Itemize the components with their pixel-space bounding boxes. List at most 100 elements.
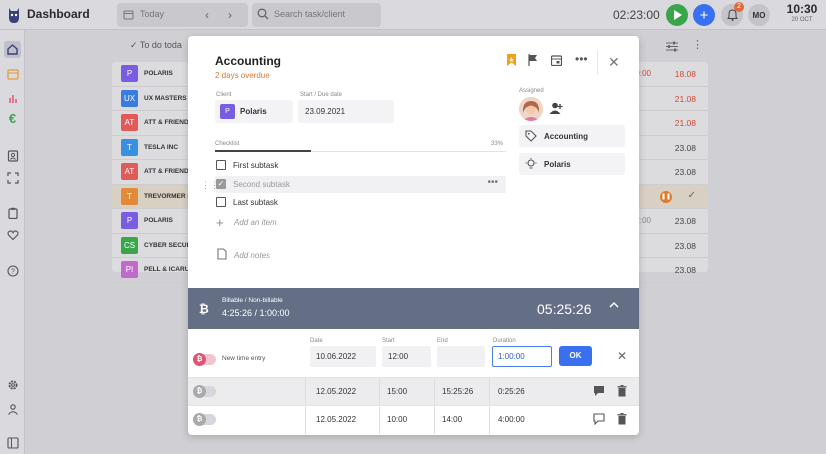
client-label: Client [216, 92, 232, 98]
close-icon[interactable]: ✕ [608, 55, 620, 69]
billable-toggle[interactable]: ₿ [193, 385, 216, 398]
more-vertical-icon[interactable]: ⋮ [692, 40, 703, 51]
filter-sliders-icon[interactable] [666, 41, 678, 52]
flag-icon[interactable] [528, 54, 538, 66]
checklist-item[interactable]: ✓ Second subtask ••• [215, 176, 506, 193]
help-icon[interactable]: ? [4, 262, 21, 279]
home-icon[interactable] [4, 41, 21, 58]
chevron-up-icon[interactable] [609, 301, 619, 309]
app-logo-icon[interactable] [6, 6, 22, 24]
client-avatar: UX [121, 89, 138, 107]
checklist-item[interactable]: Last subtask [215, 194, 506, 211]
assignee-avatar[interactable] [519, 97, 543, 121]
comment-icon[interactable] [593, 385, 605, 397]
trash-icon[interactable] [617, 385, 627, 397]
comment-outline-icon[interactable] [593, 413, 605, 425]
date-field[interactable]: 10.06.2022 [310, 346, 376, 367]
client-avatar: AT [121, 163, 138, 180]
task-title[interactable]: Accounting [215, 54, 281, 68]
contacts-icon[interactable] [4, 147, 21, 164]
entry-end[interactable]: 14:00 [442, 415, 462, 424]
entry-start[interactable]: 15:00 [387, 387, 407, 396]
collapse-sidebar-icon[interactable] [4, 434, 21, 451]
billable-toggle[interactable]: ₿ [193, 413, 216, 426]
pause-icon[interactable]: ❚❚ [660, 190, 672, 203]
more-horizontal-icon[interactable]: ••• [575, 52, 588, 66]
checkbox[interactable] [216, 197, 226, 207]
add-item-text: Add an item [234, 218, 277, 227]
calendar-icon[interactable] [551, 54, 562, 66]
entry-duration[interactable]: 4:00:00 [498, 415, 525, 424]
column-divider [489, 378, 490, 406]
user-avatar[interactable]: MO [748, 4, 770, 26]
bitcoin-icon: ₿ [193, 353, 206, 366]
end-field[interactable] [437, 346, 485, 367]
checkbox-checked[interactable]: ✓ [216, 179, 226, 189]
client-avatar: AT [121, 114, 138, 131]
time-entry-row[interactable]: ₿ 12.05.2022 10:00 14:00 4:00:00 [188, 405, 639, 434]
client-name: ATT & FRIENDS [144, 119, 189, 126]
client-avatar: P [121, 212, 138, 229]
tag-icon [525, 130, 537, 142]
client-selector[interactable]: P Polaris [215, 100, 293, 123]
clipboard-icon[interactable] [4, 204, 21, 221]
sidebar: € ? [0, 30, 25, 454]
entry-duration[interactable]: 0:25:26 [498, 387, 525, 396]
clock-date: 20 OCT [791, 17, 813, 23]
add-button[interactable]: + [693, 4, 715, 26]
task-date: 18.08 [674, 69, 696, 79]
entry-start[interactable]: 10:00 [387, 415, 407, 424]
trash-icon[interactable] [617, 413, 627, 425]
play-button[interactable] [666, 4, 688, 26]
entry-date[interactable]: 12.05.2022 [316, 415, 356, 424]
ok-button[interactable]: OK [559, 346, 592, 366]
tag-polaris[interactable]: Polaris [519, 153, 625, 175]
time-entry-row[interactable]: ₿ 12.05.2022 15:00 15:25:26 0:25:26 [188, 377, 639, 406]
checkbox[interactable] [216, 160, 226, 170]
date-navigator[interactable]: Today ‹ › [117, 3, 248, 27]
client-avatar: CS [121, 236, 138, 254]
assigned-label: Assigned [519, 88, 544, 94]
search-input[interactable]: Search task/client [252, 3, 381, 27]
scan-icon[interactable] [4, 169, 21, 186]
chevron-left-icon[interactable]: ‹ [205, 8, 209, 22]
client-name: Polaris [240, 107, 267, 116]
notification-count-badge: 2 [734, 2, 744, 12]
checklist-progress-bar [215, 150, 312, 152]
profile-icon[interactable] [4, 400, 21, 417]
heart-pulse-icon[interactable] [4, 226, 21, 243]
time-summary-bar: ₿ Billable / Non-billable 4:25:26 / 1:00… [188, 288, 639, 329]
column-divider [434, 406, 435, 434]
tag-accounting[interactable]: Accounting [519, 125, 625, 147]
add-assignee-icon[interactable] [549, 102, 564, 114]
search-placeholder: Search task/client [274, 9, 346, 19]
check-icon[interactable]: ✓ [688, 190, 696, 201]
clock-time: 10:30 [786, 2, 818, 16]
chart-icon[interactable] [4, 89, 21, 106]
overdue-status: 2 days overdue [215, 71, 270, 80]
calendar-icon[interactable] [4, 65, 21, 82]
settings-icon[interactable] [4, 376, 21, 393]
header-divider [597, 51, 598, 74]
chevron-right-icon[interactable]: › [228, 8, 232, 22]
due-date-field[interactable]: 23.09.2021 [298, 100, 394, 123]
billable-toggle[interactable]: ₿ [193, 353, 216, 366]
start-field[interactable]: 12:00 [382, 346, 431, 367]
client-name: TESLA INC [144, 143, 179, 151]
bookmark-icon[interactable] [506, 54, 517, 66]
task-date: 23.08 [674, 142, 696, 153]
billable-values: 4:25:26 / 1:00:00 [222, 308, 290, 318]
entry-end[interactable]: 15:25:26 [442, 387, 473, 396]
euro-icon[interactable]: € [4, 110, 21, 127]
checklist-item-text: First subtask [233, 161, 279, 170]
client-name: POLARIS [144, 217, 173, 224]
checklist-item[interactable]: First subtask [215, 157, 506, 174]
client-avatar: T [121, 187, 138, 205]
lightbulb-icon [525, 158, 537, 170]
column-divider [434, 378, 435, 406]
entry-date[interactable]: 12.05.2022 [316, 387, 356, 396]
more-horizontal-icon[interactable]: ••• [487, 177, 498, 188]
due-date-value: 23.09.2021 [305, 107, 346, 116]
duration-field[interactable]: 1:00:00 [492, 346, 552, 367]
close-icon[interactable]: ✕ [617, 349, 627, 363]
